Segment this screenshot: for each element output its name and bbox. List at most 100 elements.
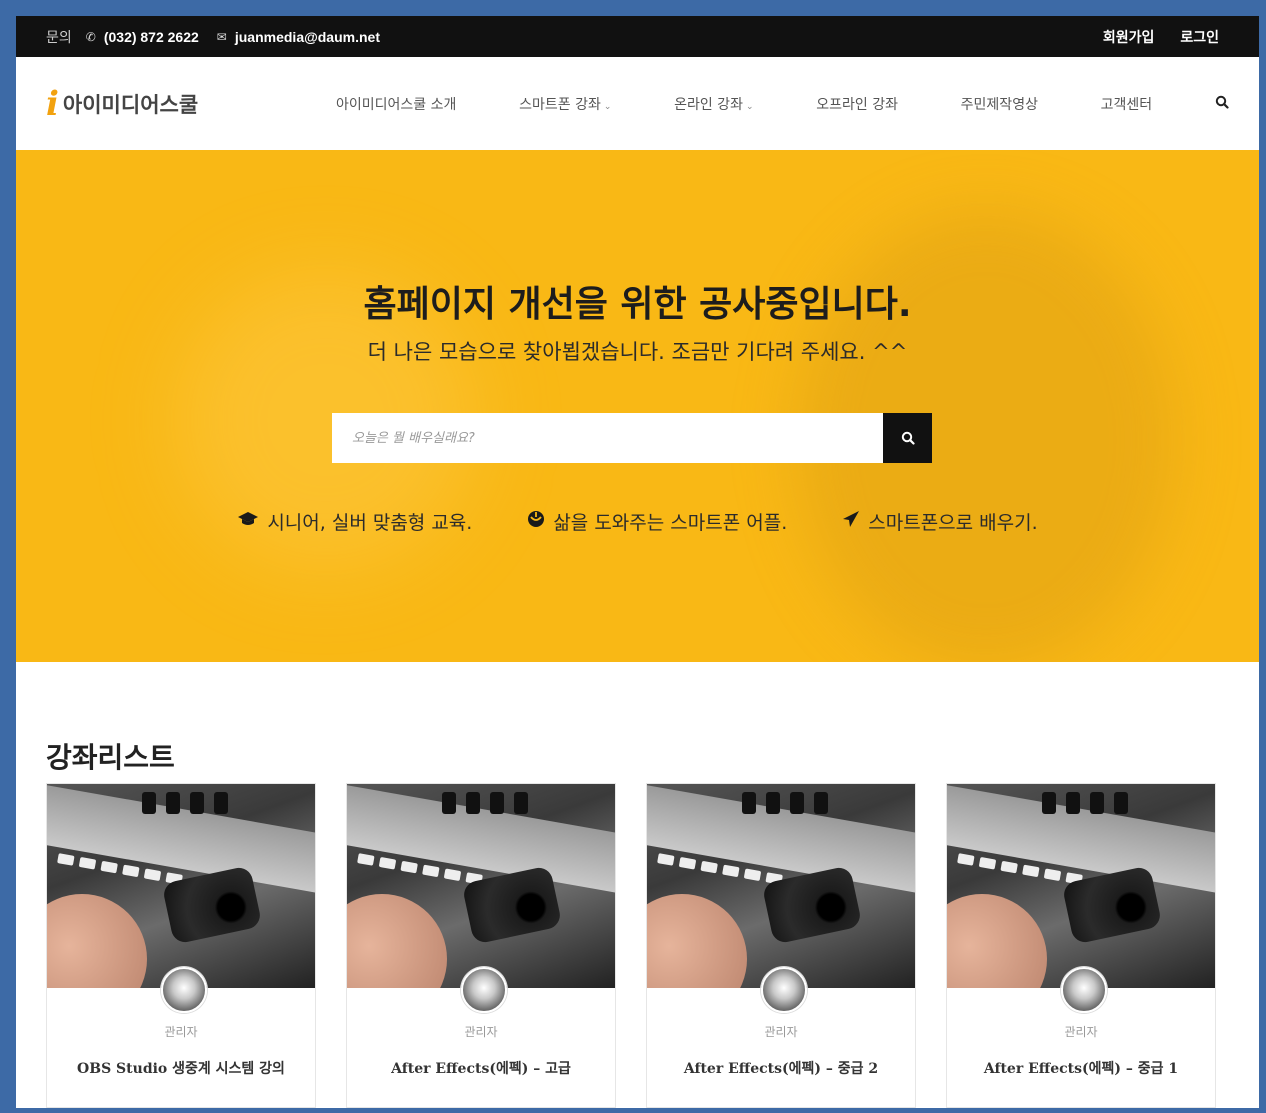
span — [814, 792, 828, 814]
course-card[interactable]: 관리자 After Effects(에펙) – 고급 — [346, 783, 616, 1108]
span — [490, 792, 504, 814]
span — [78, 856, 97, 870]
avatar — [1061, 967, 1107, 1013]
nav-item-support[interactable]: 고객센터 — [1101, 94, 1153, 114]
signup-link[interactable]: 회원가입 — [1103, 27, 1155, 47]
feature-label: 삶을 도와주는 스마트폰 어플. — [553, 512, 788, 534]
email-address[interactable]: juanmedia@daum.net — [235, 29, 380, 45]
course-thumbnail[interactable] — [647, 784, 915, 988]
feature-item: 삶을 도와주는 스마트폰 어플. — [527, 508, 787, 535]
knobs — [442, 792, 528, 814]
course-title[interactable]: After Effects(에펙) – 중급 1 — [947, 1058, 1215, 1078]
span — [422, 864, 440, 878]
span — [190, 792, 204, 814]
span — [766, 792, 780, 814]
span — [678, 856, 697, 870]
span — [378, 856, 397, 870]
span — [466, 792, 480, 814]
section-title: 강좌리스트 — [46, 741, 175, 774]
span — [166, 792, 180, 814]
course-author: 관리자 — [464, 1025, 498, 1039]
nav-item-label: 온라인 강좌 — [674, 96, 743, 113]
feature-item: 시니어, 실버 맞춤형 교육. — [237, 508, 472, 535]
hand — [647, 894, 747, 988]
avatar — [161, 967, 207, 1013]
hand — [47, 894, 147, 988]
nav-item-label: 주민제작영상 — [960, 96, 1038, 113]
span — [1043, 868, 1062, 882]
course-thumbnail[interactable] — [347, 784, 615, 988]
span — [1066, 792, 1080, 814]
hero-subtitle: 더 나은 모습으로 찾아뵙겠습니다. 조금만 기다려 주세요. ^^ — [367, 340, 908, 364]
course-thumbnail[interactable] — [947, 784, 1215, 988]
course-title[interactable]: After Effects(에펙) – 중급 2 — [647, 1058, 915, 1078]
phone-number[interactable]: (032) 872 2622 — [104, 29, 199, 45]
course-search — [332, 413, 932, 463]
login-link[interactable]: 로그인 — [1180, 27, 1219, 47]
nav-item-about[interactable]: 아이미디어스쿨 소개 — [336, 94, 456, 114]
chevron-down-icon: ⌄ — [603, 101, 612, 112]
site-logo[interactable]: i 아이미디어스쿨 — [46, 87, 336, 121]
span — [957, 853, 975, 866]
span — [657, 853, 675, 866]
hero-title: 홈페이지 개선을 위한 공사중입니다. — [363, 284, 912, 325]
span — [142, 792, 156, 814]
course-thumbnail[interactable] — [47, 784, 315, 988]
logo-mark: i — [46, 83, 59, 124]
span — [742, 792, 756, 814]
span — [1090, 792, 1104, 814]
nav-item-online[interactable]: 온라인 강좌 ⌄ — [674, 94, 753, 114]
course-card[interactable]: 관리자 After Effects(에펙) – 중급 1 — [946, 783, 1216, 1108]
span — [722, 864, 740, 878]
span — [1042, 792, 1056, 814]
course-title[interactable]: OBS Studio 생중계 시스템 강의 — [47, 1058, 315, 1078]
span — [443, 868, 462, 882]
knobs — [742, 792, 828, 814]
chevron-down-icon: ⌄ — [745, 101, 754, 112]
avatar — [761, 967, 807, 1013]
page-frame: 문의 ✆ (032) 872 2622 ✉ juanmedia@daum.net… — [16, 16, 1259, 1108]
feature-list: 시니어, 실버 맞춤형 교육. 삶을 도와주는 스마트폰 어플. 스마트폰으로 … — [16, 508, 1259, 535]
span — [143, 868, 162, 882]
search-button[interactable] — [883, 413, 932, 463]
span — [57, 853, 75, 866]
span — [100, 860, 118, 874]
site-header: i 아이미디어스쿨 아이미디어스쿨 소개 스마트폰 강좌 ⌄ 온라인 강좌 ⌄ 오프… — [16, 57, 1259, 150]
span — [1022, 864, 1040, 878]
span — [1114, 792, 1128, 814]
feature-label: 스마트폰으로 배우기. — [868, 512, 1038, 534]
nav-item-videos[interactable]: 주민제작영상 — [961, 94, 1038, 114]
span — [978, 856, 997, 870]
span — [400, 860, 418, 874]
course-card[interactable]: 관리자 After Effects(에펙) – 중급 2 — [646, 783, 916, 1108]
feature-label: 시니어, 실버 맞춤형 교육. — [267, 512, 473, 534]
main-nav: 아이미디어스쿨 소개 스마트폰 강좌 ⌄ 온라인 강좌 ⌄ 오프라인 강좌 주민제작… — [336, 94, 1229, 114]
rebel-icon — [527, 510, 545, 533]
top-bar: 문의 ✆ (032) 872 2622 ✉ juanmedia@daum.net… — [16, 16, 1259, 57]
avatar — [461, 967, 507, 1013]
course-author: 관리자 — [764, 1025, 798, 1039]
nav-item-label: 스마트폰 강좌 — [519, 96, 601, 113]
span — [514, 792, 528, 814]
course-author: 관리자 — [1064, 1025, 1098, 1039]
knobs — [1042, 792, 1128, 814]
course-author: 관리자 — [164, 1025, 198, 1039]
course-card[interactable]: 관리자 OBS Studio 생중계 시스템 강의 — [46, 783, 316, 1108]
course-title[interactable]: After Effects(에펙) – 고급 — [347, 1058, 615, 1078]
nav-item-smartphone[interactable]: 스마트폰 강좌 ⌄ — [519, 94, 611, 114]
graduation-cap-icon — [237, 511, 259, 532]
span — [214, 792, 228, 814]
contact-label: 문의 — [46, 28, 72, 45]
span — [700, 860, 718, 874]
hand — [347, 894, 447, 988]
span — [442, 792, 456, 814]
nav-item-offline[interactable]: 오프라인 강좌 — [816, 94, 898, 114]
course-list: 관리자 OBS Studio 생중계 시스템 강의 관리자 After Effe… — [46, 783, 1216, 1108]
search-input[interactable] — [332, 413, 883, 463]
search-icon[interactable] — [1215, 95, 1229, 113]
nav-item-label: 고객센터 — [1100, 96, 1153, 113]
hero-banner: 홈페이지 개선을 위한 공사중입니다. 더 나은 모습으로 찾아뵙겠습니다. 조… — [16, 150, 1259, 662]
search-icon — [901, 431, 915, 445]
logo-text: 아이미디어스쿨 — [62, 92, 199, 117]
nav-item-label: 아이미디어스쿨 소개 — [336, 96, 457, 113]
